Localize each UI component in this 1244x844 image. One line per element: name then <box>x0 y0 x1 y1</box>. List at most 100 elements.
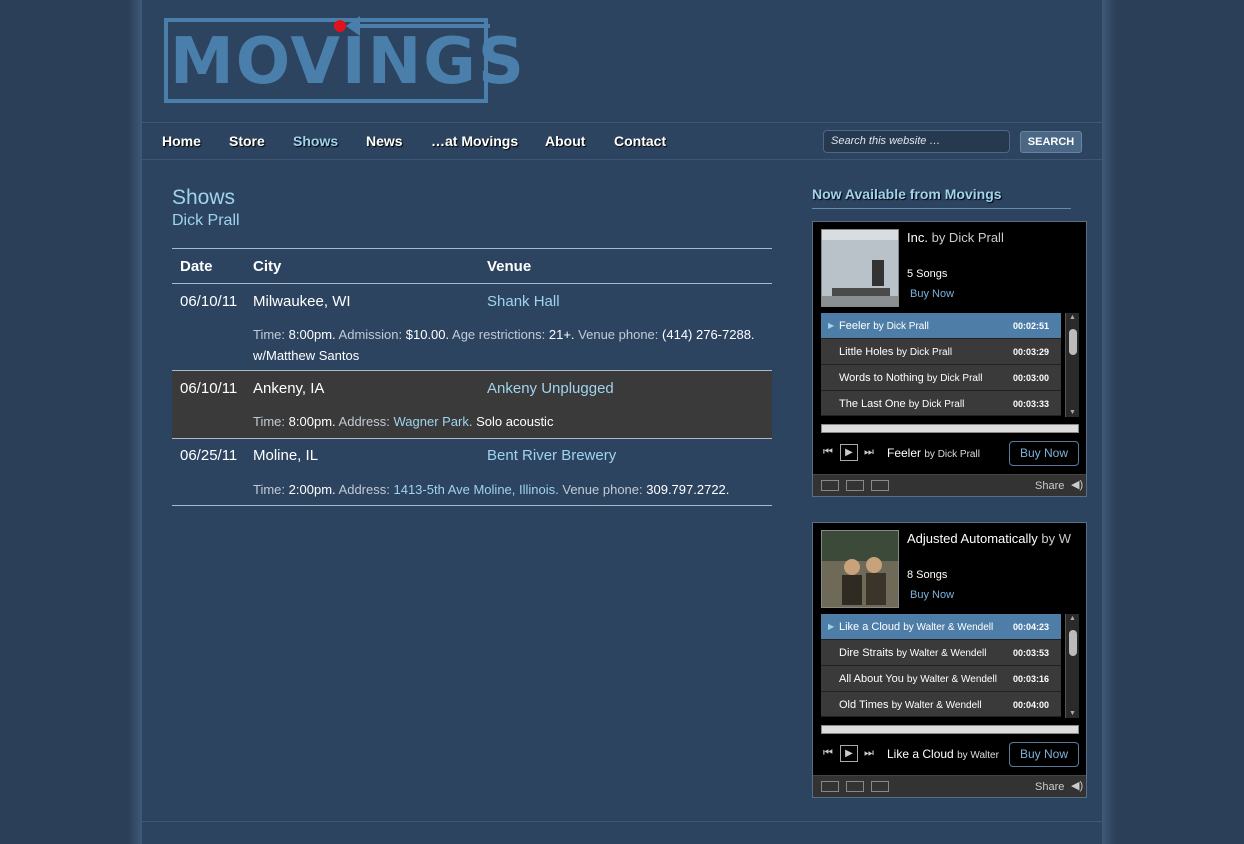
track-item[interactable]: The Last One by Dick Prall 00:03:33 <box>821 391 1061 416</box>
play-icon[interactable]: ▶ <box>840 745 858 762</box>
phone-label: Venue phone: <box>578 327 659 342</box>
track-duration: 00:03:00 <box>1012 373 1049 383</box>
track-title: Like a Cloud <box>839 621 901 633</box>
table-row: 06/10/11 Milwaukee, WI Shank Hall Time: … <box>172 284 772 371</box>
column-venue: Venue <box>487 258 532 275</box>
scroll-up-icon[interactable]: ▲ <box>1069 615 1076 622</box>
nav-at-movings[interactable]: …at Movings <box>431 133 518 149</box>
nav-about[interactable]: About <box>545 133 585 149</box>
scroll-thumb[interactable] <box>1069 329 1077 355</box>
previous-track-icon[interactable]: ⏮ <box>823 747 833 760</box>
track-artist: by Walter & Wendell <box>903 622 994 633</box>
table-row: 06/10/11 Ankeny, IA Ankeny Unplugged Tim… <box>172 371 772 439</box>
playlist-icon[interactable] <box>821 480 839 491</box>
progress-bar[interactable] <box>821 424 1079 433</box>
now-playing: Feeler by Dick Prall <box>887 446 1007 460</box>
player-footer: Share ◀) <box>813 775 1086 797</box>
share-button[interactable]: Share <box>1035 480 1064 492</box>
buy-now-button[interactable]: Buy Now <box>1009 441 1079 466</box>
next-track-icon[interactable]: ⏭ <box>864 747 874 760</box>
scroll-up-icon[interactable]: ▲ <box>1069 314 1076 321</box>
song-count: 8 Songs <box>907 569 948 581</box>
album-title: Inc. by Dick Prall <box>907 230 1077 245</box>
now-playing-artist: by Dick Prall <box>924 449 980 460</box>
now-playing-title: Feeler <box>887 446 922 460</box>
track-artist: by Walter & Wendell <box>896 648 987 659</box>
track-item[interactable]: Little Holes by Dick Prall 00:03:29 <box>821 339 1061 365</box>
phone-value: (414) 276-7288. <box>662 327 755 342</box>
volume-icon[interactable]: ◀) <box>1071 779 1083 792</box>
search-input[interactable]: Search this website … <box>823 130 1010 153</box>
playing-icon: ▶ <box>828 321 835 330</box>
track-item[interactable]: Words to Nothing by Dick Prall 00:03:00 <box>821 365 1061 391</box>
sidebar-title: Now Available from Movings <box>812 186 1071 209</box>
table-header: Date City Venue <box>172 248 772 284</box>
track-duration: 00:03:16 <box>1012 674 1049 684</box>
admission-value: $10.00. <box>405 327 450 342</box>
nav-news[interactable]: News <box>366 133 403 149</box>
previous-track-icon[interactable]: ⏮ <box>823 446 833 459</box>
track-item[interactable]: ▶ Feeler by Dick Prall 00:02:51 <box>821 313 1061 339</box>
scroll-thumb[interactable] <box>1069 630 1077 656</box>
time-label: Time: <box>253 414 286 429</box>
show-venue[interactable]: Shank Hall <box>487 293 560 310</box>
track-item[interactable]: All About You by Walter & Wendell 00:03:… <box>821 666 1061 692</box>
track-item[interactable]: Dire Straits by Walter & Wendell 00:03:5… <box>821 640 1061 666</box>
scroll-down-icon[interactable]: ▼ <box>1069 409 1076 416</box>
show-city: Moline, IL <box>253 447 319 464</box>
play-icon[interactable]: ▶ <box>840 444 858 461</box>
admission-label: Admission: <box>338 327 403 342</box>
share-button[interactable]: Share <box>1035 781 1064 793</box>
address-link[interactable]: 1413-5th Ave Moline, Illinois <box>393 482 555 497</box>
page-shadow-left <box>128 0 142 844</box>
header: MOVINGS <box>142 0 1102 122</box>
page-subtitle[interactable]: Dick Prall <box>172 212 772 230</box>
track-item[interactable]: ▶ Like a Cloud by Walter & Wendell 00:04… <box>821 614 1061 640</box>
age-value: 21+. <box>548 327 575 342</box>
column-city: City <box>253 258 282 275</box>
show-details: Time: 8:00pm. Address: Wagner Park. Solo… <box>253 414 554 429</box>
album-cover <box>821 530 899 608</box>
address-label: Address: <box>338 414 390 429</box>
next-track-icon[interactable]: ⏭ <box>864 446 874 459</box>
track-item[interactable]: Old Times by Walter & Wendell 00:04:00 <box>821 692 1061 717</box>
buy-now-link[interactable]: Buy Now <box>910 288 954 300</box>
search-button[interactable]: SEARCH <box>1020 131 1082 153</box>
progress-bar[interactable] <box>821 725 1079 734</box>
time-value: 8:00pm. <box>288 327 336 342</box>
show-venue[interactable]: Bent River Brewery <box>487 447 616 464</box>
popout-icon[interactable] <box>846 781 864 792</box>
page-shadow-right <box>1102 0 1116 844</box>
nav-home[interactable]: Home <box>162 133 201 149</box>
site-logo[interactable]: MOVINGS <box>164 16 524 103</box>
fullscreen-icon[interactable] <box>871 480 889 491</box>
album-name: Adjusted Automatically <box>907 531 1038 546</box>
buy-now-link[interactable]: Buy Now <box>910 589 954 601</box>
show-venue[interactable]: Ankeny Unplugged <box>487 380 614 397</box>
album-cover <box>821 229 899 307</box>
track-title: Old Times <box>839 699 889 711</box>
fullscreen-icon[interactable] <box>871 781 889 792</box>
track-scrollbar[interactable]: ▲ ▼ <box>1065 614 1079 718</box>
popout-icon[interactable] <box>846 480 864 491</box>
now-playing: Like a Cloud by Walter <box>887 747 1007 761</box>
main-content: Shows Dick Prall Date City Venue 06/10/1… <box>172 186 772 506</box>
nav-contact[interactable]: Contact <box>614 133 666 149</box>
track-duration: 00:04:23 <box>1012 622 1049 632</box>
nav-shows[interactable]: Shows <box>293 133 338 149</box>
scroll-down-icon[interactable]: ▼ <box>1069 710 1076 717</box>
time-label: Time: <box>253 327 286 342</box>
time-value: 8:00pm. <box>288 414 336 429</box>
buy-now-button[interactable]: Buy Now <box>1009 742 1079 767</box>
address-link[interactable]: Wagner Park <box>393 414 468 429</box>
music-player: Adjusted Automatically by W 8 Songs Buy … <box>812 522 1087 798</box>
track-artist: by Walter & Wendell <box>891 700 982 711</box>
logo-text: MOVINGS <box>170 25 526 99</box>
track-duration: 00:03:33 <box>1012 399 1049 409</box>
track-scrollbar[interactable]: ▲ ▼ <box>1065 313 1079 417</box>
footer-divider <box>142 821 1102 822</box>
volume-icon[interactable]: ◀) <box>1071 478 1083 491</box>
playlist-icon[interactable] <box>821 781 839 792</box>
page-container: MOVINGS Home Store Shows News …at Moving… <box>142 0 1102 844</box>
nav-store[interactable]: Store <box>229 133 265 149</box>
